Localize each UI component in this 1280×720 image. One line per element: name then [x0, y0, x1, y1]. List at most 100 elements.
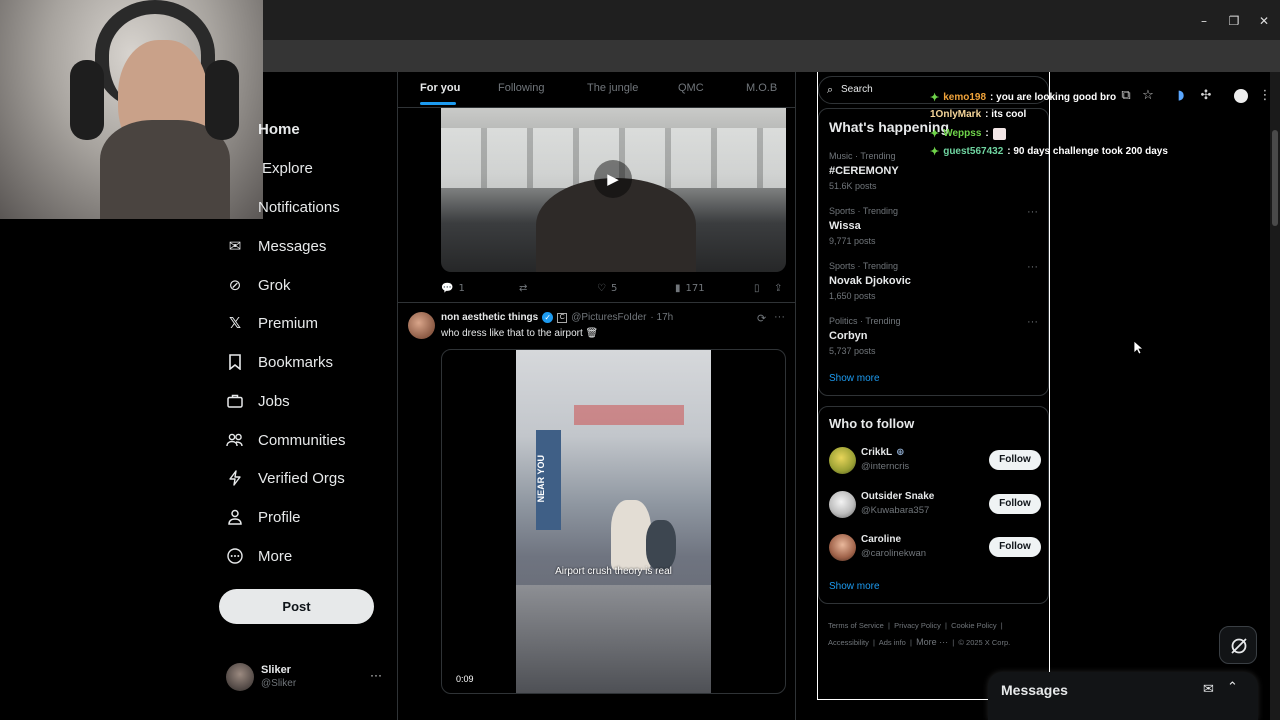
tab-for-you[interactable]: For you: [420, 82, 460, 94]
tab-following[interactable]: Following: [498, 82, 544, 94]
trend-meta: Music · Trending: [829, 151, 896, 161]
follow-button[interactable]: Follow: [989, 494, 1041, 514]
play-icon[interactable]: ▶: [594, 160, 632, 198]
chat-text: :: [985, 128, 989, 139]
tweet-video-2[interactable]: NEAR YOU Airport crush theory is real 0:…: [441, 349, 786, 694]
scrollbar-thumb[interactable]: [1272, 130, 1278, 226]
tweet-author[interactable]: non aesthetic things: [441, 312, 538, 323]
views-button[interactable]: ▮ 171: [675, 283, 705, 294]
profile-avatar-icon[interactable]: [1232, 87, 1250, 105]
extensions-puzzle-icon[interactable]: ✣: [1197, 87, 1215, 105]
footer-accessibility[interactable]: Accessibility: [828, 638, 869, 647]
chat-message: ✦ Weppss :: [930, 127, 1006, 140]
tweet-video[interactable]: ▶: [441, 108, 786, 272]
scrollbar[interactable]: [1270, 72, 1280, 720]
follow-suggestion[interactable]: Caroline @carolinekwan Follow: [829, 534, 1041, 564]
nav-label-grok: Grok: [258, 276, 291, 294]
video-duration: 0:09: [452, 672, 478, 686]
envelope-icon: ✉: [228, 237, 242, 255]
nav-premium[interactable]: 𝕏 Premium: [226, 308, 318, 338]
minimize-icon[interactable]: –: [1197, 14, 1211, 28]
trend-name: Wissa: [829, 220, 861, 232]
follow-button[interactable]: Follow: [989, 450, 1041, 470]
restore-icon[interactable]: ❐: [1227, 14, 1241, 28]
expand-icon[interactable]: ⌃: [1227, 680, 1238, 695]
reply-button[interactable]: 💬 1: [441, 283, 465, 294]
nav-notifications[interactable]: Notifications: [258, 192, 340, 222]
like-button[interactable]: ♡ 5: [597, 283, 617, 294]
grok-explain-icon[interactable]: ⟳: [757, 312, 766, 325]
trend-name: #CEREMONY: [829, 165, 899, 177]
follow-handle: @interncris: [861, 461, 910, 472]
chat-text: : 90 days challenge took 200 days: [1007, 146, 1168, 157]
tweet-header: non aesthetic things ✓ C @PicturesFoIder…: [441, 312, 673, 323]
trend-item[interactable]: Politics · Trending Corbyn 5,737 posts: [829, 316, 901, 356]
trend-item[interactable]: Sports · Trending Novak Djokovic 1,650 p…: [829, 261, 911, 301]
nav-verified-orgs[interactable]: Verified Orgs: [226, 463, 345, 493]
nav-bookmarks[interactable]: Bookmarks: [226, 347, 333, 377]
tweet-handle[interactable]: @PicturesFoIder: [571, 312, 646, 323]
footer-privacy[interactable]: Privacy Policy: [894, 621, 941, 630]
tab-the-jungle[interactable]: The jungle: [587, 82, 638, 94]
footer-cookie[interactable]: Cookie Policy: [951, 621, 996, 630]
nav-communities[interactable]: Communities: [226, 425, 346, 455]
follow-suggestion[interactable]: Outsider Snake @Kuwabara357 Follow: [829, 491, 1041, 521]
affiliate-badge-icon: C: [557, 312, 568, 323]
who-to-follow-card: Who to follow CrikkL ⊕ @interncris Follow…: [818, 406, 1049, 604]
account-switcher[interactable]: Sliker @Sliker ···: [226, 662, 386, 692]
emote-icon: [992, 127, 1006, 140]
bookmark-icon: [226, 353, 244, 371]
globe-icon: ⊕: [896, 447, 905, 458]
follow-button[interactable]: Follow: [989, 537, 1041, 557]
tab-qmc[interactable]: QMC: [678, 82, 704, 94]
account-name: Sliker: [261, 664, 291, 676]
new-message-icon[interactable]: ✉: [1203, 682, 1214, 697]
grok-icon: ⊘: [228, 276, 242, 294]
footer-ads-info[interactable]: Ads info: [879, 638, 906, 647]
chat-username: Weppss: [943, 128, 982, 139]
nav-profile[interactable]: Profile: [226, 502, 301, 532]
follow-show-more[interactable]: Show more: [829, 581, 880, 592]
bookmark-star-icon[interactable]: ☆: [1139, 87, 1157, 105]
trend-more-icon[interactable]: ···: [1027, 261, 1038, 273]
avatar: [226, 663, 254, 691]
share-icon: ⇪: [774, 283, 783, 294]
extension-icon[interactable]: ◗: [1172, 87, 1190, 105]
trend-more-icon[interactable]: ···: [1027, 206, 1038, 218]
post-button[interactable]: Post: [219, 589, 374, 624]
tweet-avatar[interactable]: [408, 312, 435, 339]
nav-messages[interactable]: ✉ Messages: [226, 231, 327, 261]
nav-home[interactable]: Home: [258, 114, 300, 144]
trend-posts: 9,771 posts: [829, 236, 876, 246]
nav-jobs[interactable]: Jobs: [226, 386, 290, 416]
nav-more[interactable]: More: [226, 541, 292, 571]
repost-button[interactable]: ⇄: [519, 283, 527, 294]
follow-suggestion[interactable]: CrikkL ⊕ @interncris Follow: [829, 447, 1041, 477]
nav-grok[interactable]: ⊘ Grok: [226, 270, 291, 300]
trend-name: Corbyn: [829, 330, 868, 342]
tab-mob[interactable]: M.O.B: [746, 82, 777, 94]
nav-label-communities: Communities: [258, 431, 346, 449]
grok-button[interactable]: [1219, 626, 1257, 664]
trend-item[interactable]: Music · Trending #CEREMONY 51.6K posts: [829, 151, 899, 191]
trend-item[interactable]: Sports · Trending Wissa 9,771 posts: [829, 206, 898, 246]
x-logo-icon: 𝕏: [228, 314, 242, 332]
tweet-more-icon[interactable]: ···: [774, 311, 785, 323]
messages-drawer[interactable]: Messages ✉ ⌃: [988, 672, 1258, 720]
footer-terms[interactable]: Terms of Service: [828, 621, 884, 630]
chat-badge-icon: ✦: [930, 128, 940, 140]
nav-explore[interactable]: Explore: [258, 153, 313, 183]
account-more-icon[interactable]: ···: [370, 668, 382, 682]
trends-show-more[interactable]: Show more: [829, 373, 880, 384]
install-app-icon[interactable]: ⧉: [1117, 87, 1135, 105]
footer-more[interactable]: More ···: [916, 637, 948, 647]
trend-more-icon[interactable]: ···: [1027, 316, 1038, 328]
bookmark-tweet-button[interactable]: ▯: [754, 283, 760, 294]
follow-handle: @Kuwabara357: [861, 505, 930, 516]
nav-label-verified-orgs: Verified Orgs: [258, 469, 345, 487]
share-button[interactable]: ⇪: [774, 283, 782, 294]
tweet-time: · 17h: [650, 312, 674, 323]
trend-meta: Sports · Trending: [829, 206, 899, 216]
close-icon[interactable]: ✕: [1257, 14, 1271, 28]
feed-tabs: For you Following The jungle QMC M.O.B: [398, 72, 795, 108]
